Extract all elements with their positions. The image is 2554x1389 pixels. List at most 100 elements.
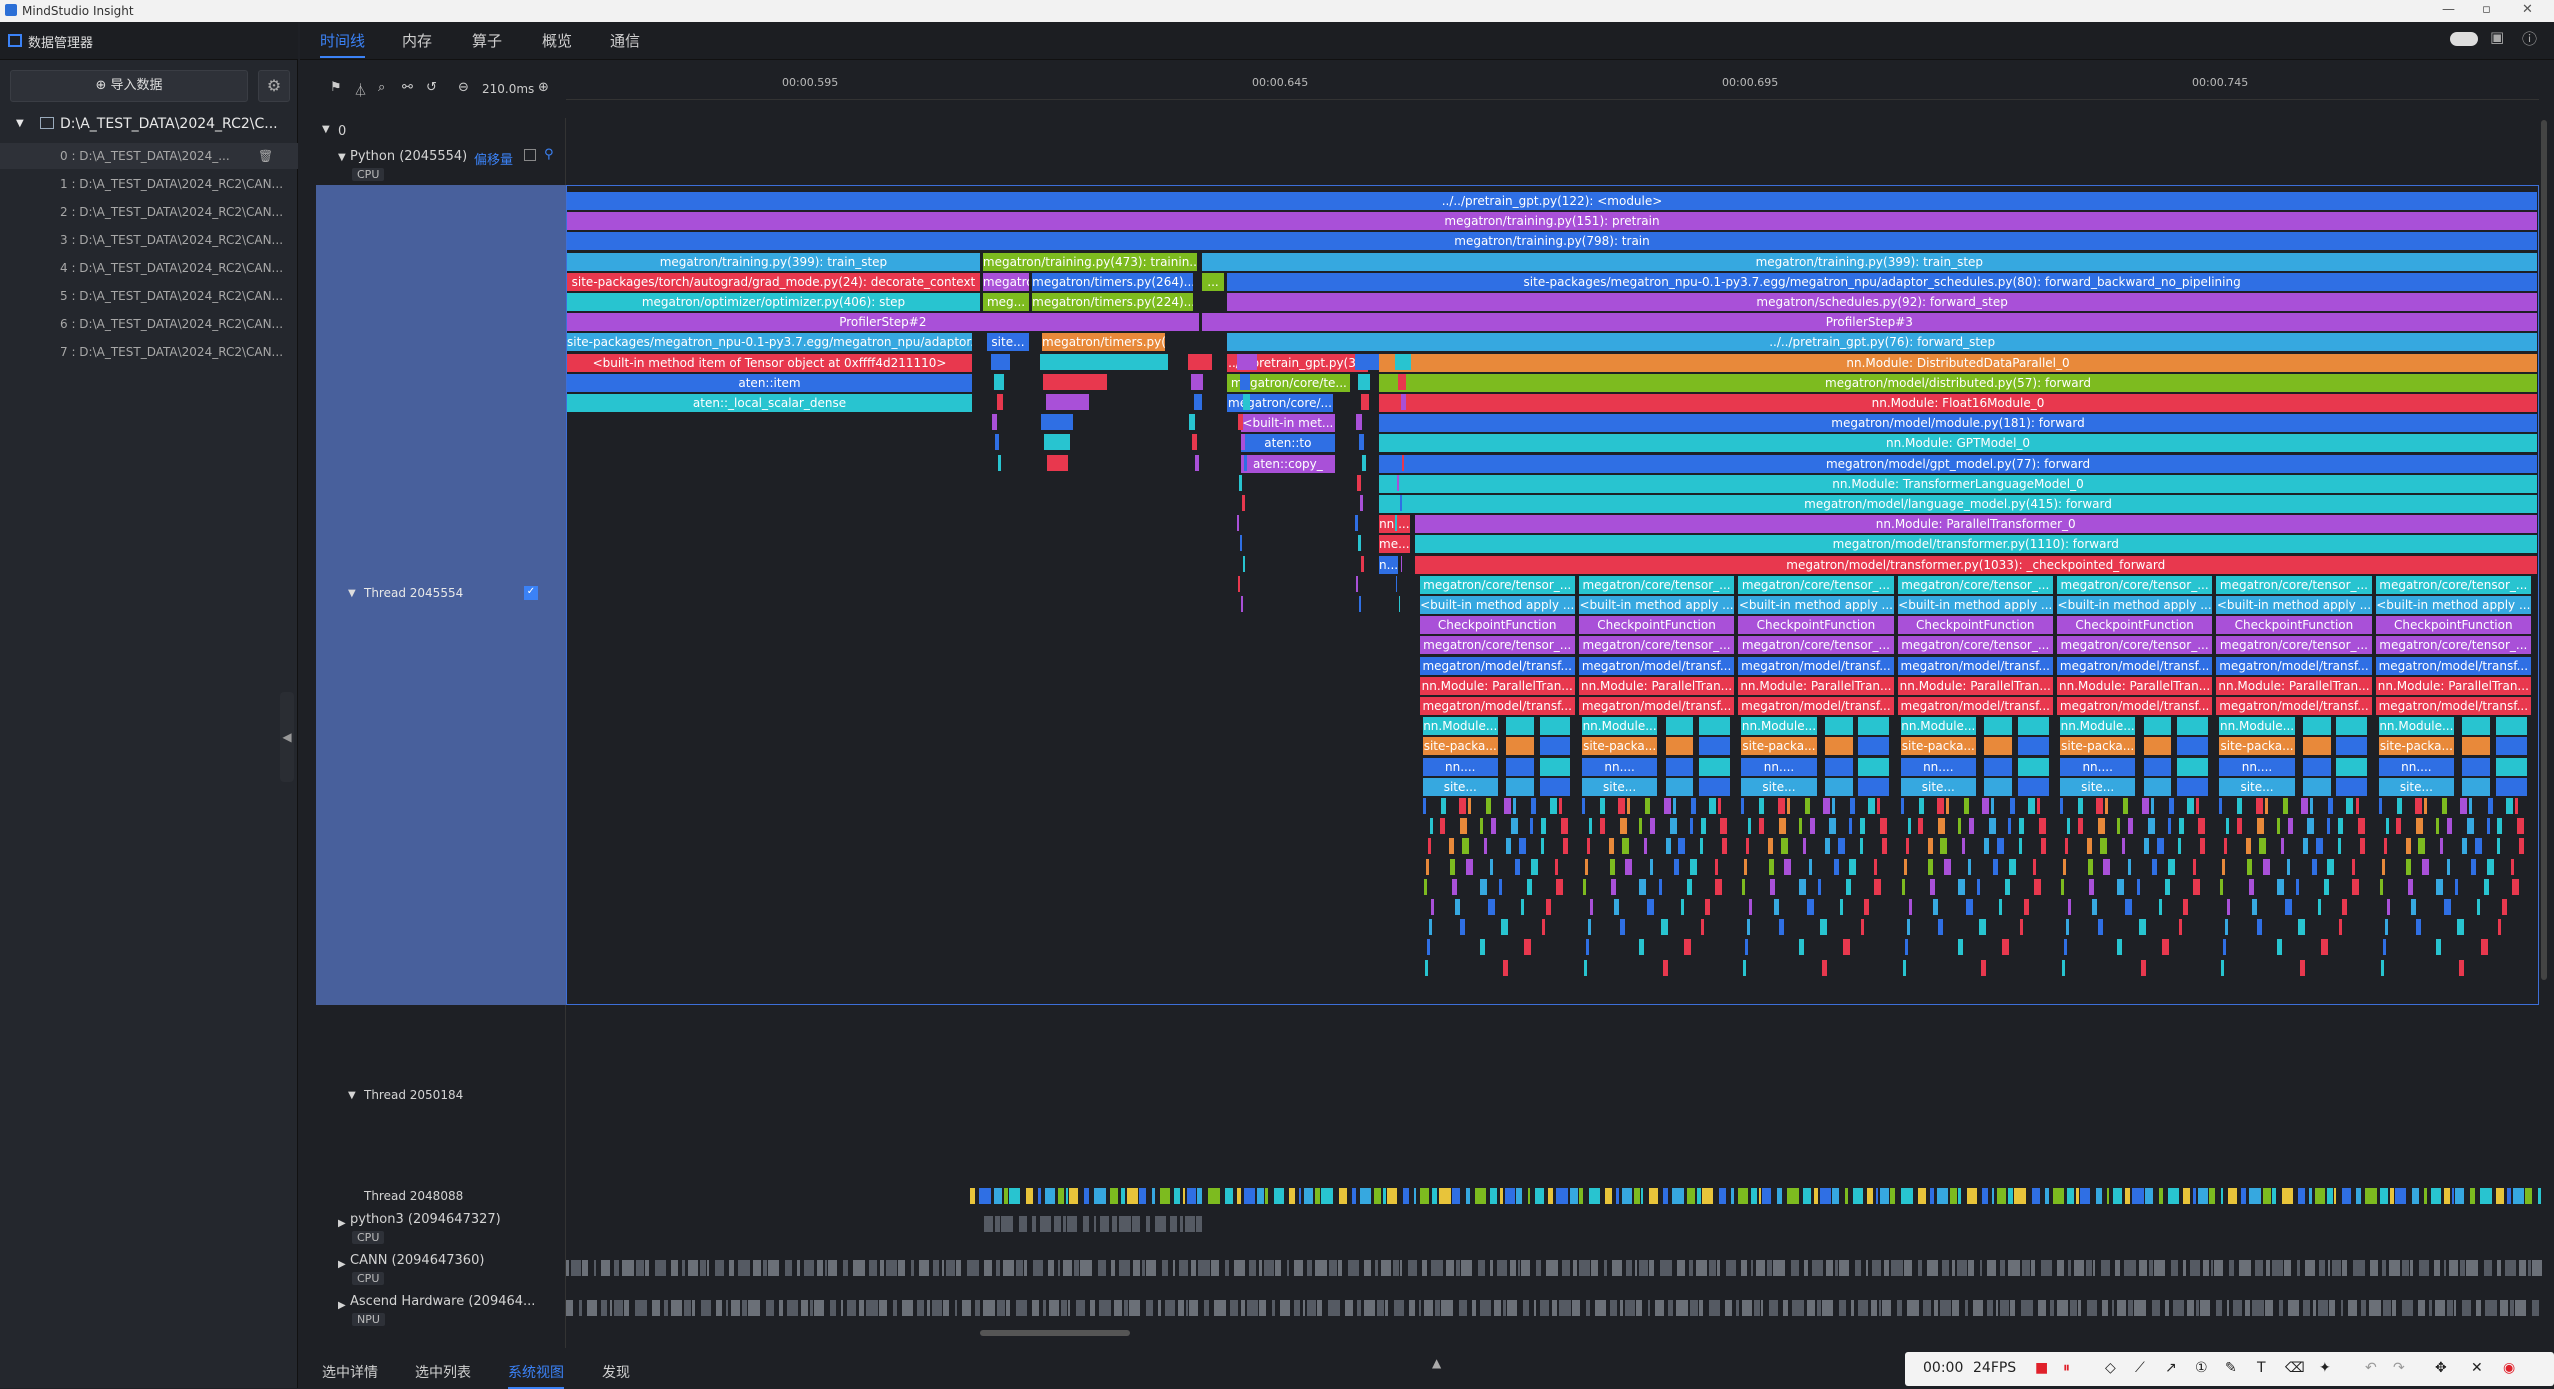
flame-fragment[interactable] [1503,959,1509,976]
activity-slice[interactable] [2070,1300,2077,1316]
activity-slice[interactable] [955,1300,957,1316]
flame-fragment[interactable] [1672,798,1676,814]
activity-slice[interactable] [2021,1300,2033,1316]
activity-slice[interactable] [1649,1260,1654,1276]
activity-slice[interactable] [1791,1260,1799,1276]
flame-fragment[interactable] [2224,838,2228,855]
horizontal-scrollbar[interactable] [980,1330,1130,1336]
activity-slice[interactable] [1019,1216,1028,1232]
flame-fragment[interactable] [2067,899,2071,915]
flame-fragment[interactable] [2384,919,2388,936]
activity-slice[interactable] [1187,1188,1197,1204]
flame-fragment[interactable] [2246,858,2252,875]
flame-fragment[interactable] [1997,838,2005,855]
flame-fragment[interactable] [1809,818,1815,835]
activity-slice[interactable] [2412,1188,2420,1204]
zoom-out-icon[interactable]: ⊖ [458,80,469,95]
flame-fragment[interactable] [1541,818,1547,835]
flame-fragment[interactable] [1690,798,1696,814]
activity-slice[interactable] [2462,1300,2471,1316]
activity-slice[interactable] [859,1300,864,1316]
flame-fragment[interactable] [2352,878,2360,895]
flame-slice[interactable] [1824,777,1854,796]
activity-slice[interactable] [1439,1188,1452,1204]
activity-slice[interactable] [2402,1260,2409,1276]
activity-slice[interactable] [1980,1260,1982,1276]
activity-slice[interactable] [1689,1260,1693,1276]
flame-slice[interactable] [2336,737,2369,756]
activity-slice[interactable] [2315,1188,2326,1204]
flame-fragment[interactable] [1802,838,1806,855]
flame-fragment[interactable] [2338,818,2343,835]
activity-slice[interactable] [1180,1216,1184,1232]
activity-slice[interactable] [1851,1300,1854,1316]
flame-fragment[interactable] [2405,838,2411,855]
activity-slice[interactable] [1866,1260,1868,1276]
flame-fragment[interactable] [1669,818,1677,835]
activity-slice[interactable] [1490,1188,1498,1204]
activity-slice[interactable] [1803,1188,1812,1204]
activity-slice[interactable] [1446,1260,1454,1276]
flame-slice[interactable] [2177,777,2209,796]
flame-slice[interactable]: nn.Module... [1581,717,1659,736]
flame-fragment[interactable] [2086,838,2092,855]
activity-slice[interactable] [2507,1188,2512,1204]
flame-fragment[interactable] [2477,899,2481,915]
flame-fragment[interactable] [1582,878,1586,895]
pin-icon[interactable]: ⚲ [544,147,554,162]
flame-fragment[interactable] [2321,939,2329,956]
activity-slice[interactable] [1061,1300,1067,1316]
flame-fragment[interactable] [2220,878,2224,895]
activity-slice[interactable] [1503,1300,1506,1316]
activity-slice[interactable] [1196,1216,1203,1232]
activity-slice[interactable] [2125,1188,2131,1204]
flame-slice[interactable] [1506,757,1535,776]
activity-slice[interactable] [1352,1188,1357,1204]
flame-fragment[interactable] [1660,919,1668,936]
activity-slice[interactable] [994,1188,1003,1204]
tab-overview[interactable]: 概览 [542,30,572,51]
activity-slice[interactable] [688,1260,698,1276]
flame-slice[interactable] [2017,737,2050,756]
activity-slice[interactable] [1855,1260,1861,1276]
activity-slice[interactable] [1003,1260,1014,1276]
flame-fragment[interactable] [1490,818,1496,835]
flame-fragment[interactable] [1614,899,1620,915]
flame-fragment[interactable] [2311,858,2317,875]
flame-fragment[interactable] [1422,798,1426,814]
activity-slice[interactable] [1179,1260,1188,1276]
flame-fragment[interactable] [2497,818,2503,835]
activity-slice[interactable] [1197,1188,1203,1204]
flame-slice[interactable]: site-packa... [1900,737,1978,756]
activity-slice[interactable] [814,1300,824,1316]
activity-slice[interactable] [1839,1260,1849,1276]
flame-fragment[interactable] [990,353,1011,370]
activity-slice[interactable] [2214,1260,2223,1276]
flame-fragment[interactable] [1832,798,1836,814]
activity-slice[interactable] [2263,1188,2272,1204]
activity-slice[interactable] [2209,1188,2216,1204]
flame-fragment[interactable] [1524,939,1532,956]
activity-slice[interactable] [1817,1300,1821,1316]
arrow-tool-icon[interactable]: ↗ [2165,1360,2177,1376]
flame-fragment[interactable] [1720,818,1728,835]
activity-slice[interactable] [2145,1188,2154,1204]
activity-slice[interactable] [1374,1188,1382,1204]
flame-fragment[interactable] [1918,818,1924,835]
activity-slice[interactable] [2380,1188,2389,1204]
activity-slice[interactable] [1472,1300,1476,1316]
activity-slice[interactable] [1294,1300,1300,1316]
flame-fragment[interactable] [2246,838,2252,855]
activity-slice[interactable] [1287,1260,1289,1276]
flame-fragment[interactable] [2041,838,2047,855]
flame-fragment[interactable] [2150,798,2154,814]
flame-fragment[interactable] [1510,818,1518,835]
activity-slice[interactable] [1183,1188,1186,1204]
activity-slice[interactable] [1360,1188,1372,1204]
flame-fragment[interactable] [2125,899,2133,915]
flame-fragment[interactable] [1647,899,1655,915]
flame-fragment[interactable] [1589,899,1593,915]
flame-slice[interactable] [1984,757,2013,776]
activity-slice[interactable] [1009,1188,1021,1204]
flame-slice[interactable]: ../../pretrain_gpt.py(122): <module> [567,192,2538,210]
